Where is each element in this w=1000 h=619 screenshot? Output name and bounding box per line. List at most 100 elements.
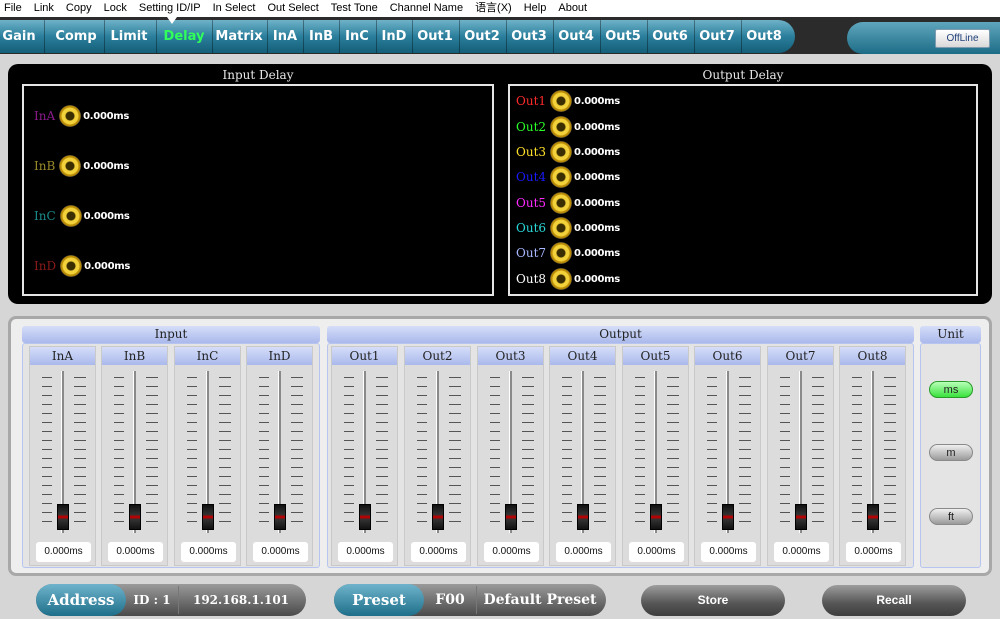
menu-test-tone[interactable]: Test Tone [325, 0, 384, 17]
tab-separator [376, 20, 377, 53]
speaker-knob-icon[interactable] [550, 242, 573, 264]
delay-value: 0.000ms [83, 160, 130, 172]
delay-row-out4: Out4 0.000ms [516, 166, 620, 188]
tab-out6[interactable]: Out6 [649, 20, 691, 53]
menu-channel-name[interactable]: Channel Name [384, 0, 469, 17]
fader-handle[interactable] [650, 504, 662, 530]
delay-row-out8: Out8 0.000ms [516, 268, 620, 290]
tab-comp[interactable]: Comp [52, 20, 100, 53]
fader-scale-right [150, 377, 158, 522]
fader-scale-right [816, 377, 824, 522]
store-button[interactable]: Store [641, 585, 785, 616]
tab-limit[interactable]: Limit [106, 20, 152, 53]
speaker-knob-icon[interactable] [550, 166, 573, 188]
fader-value-field[interactable]: 0.000ms [774, 542, 829, 562]
fader-value-field[interactable]: 0.000ms [338, 542, 393, 562]
tab-matrix[interactable]: Matrix [214, 20, 264, 53]
fader-value-field[interactable]: 0.000ms [629, 542, 684, 562]
speaker-knob-icon[interactable] [550, 217, 573, 239]
fader-value-field[interactable]: 0.000ms [701, 542, 756, 562]
fader-strip: Out4 0.000ms [549, 346, 616, 566]
fader-value-field[interactable]: 0.000ms [253, 542, 308, 562]
fader-handle[interactable] [359, 504, 371, 530]
fader-handle[interactable] [274, 504, 286, 530]
speaker-knob-icon[interactable] [550, 192, 573, 214]
unit-m-button[interactable]: m [929, 444, 973, 461]
menu-setting-id-ip[interactable]: Setting ID/IP [133, 0, 207, 17]
tab-out8[interactable]: Out8 [743, 20, 785, 53]
fader-value-field[interactable]: 0.000ms [846, 542, 901, 562]
fader-value-field[interactable]: 0.000ms [181, 542, 236, 562]
tab-separator [694, 20, 695, 53]
tab-out5[interactable]: Out5 [602, 20, 644, 53]
fader-scale-left-minor [568, 377, 572, 522]
delay-value: 0.000ms [574, 146, 620, 158]
tab-ind[interactable]: InD [378, 20, 410, 53]
tab-inc[interactable]: InC [341, 20, 373, 53]
fader-value-field[interactable]: 0.000ms [484, 542, 539, 562]
delay-row-out3: Out3 0.000ms [516, 141, 620, 163]
speaker-knob-icon[interactable] [550, 116, 573, 138]
fader-strip: Out3 0.000ms [477, 346, 544, 566]
tab-separator [156, 20, 157, 53]
menu-out-select[interactable]: Out Select [261, 0, 324, 17]
fader-scale-right [888, 377, 896, 522]
delay-row-out5: Out5 0.000ms [516, 192, 620, 214]
speaker-knob-icon[interactable] [550, 268, 573, 290]
tab-out2[interactable]: Out2 [461, 20, 503, 53]
fader-strip: InA 0.000ms [29, 346, 96, 566]
tab-separator [741, 20, 742, 53]
speaker-knob-icon[interactable] [59, 105, 82, 127]
unit-ft-button[interactable]: ft [929, 508, 973, 525]
menu-help[interactable]: Help [518, 0, 553, 17]
delay-channel-label: InD [34, 259, 57, 273]
fader-handle[interactable] [505, 504, 517, 530]
tab-out1[interactable]: Out1 [414, 20, 456, 53]
fader-value-field[interactable]: 0.000ms [556, 542, 611, 562]
tab-delay[interactable]: Delay [159, 20, 209, 53]
speaker-knob-icon[interactable] [60, 255, 83, 277]
recall-button[interactable]: Recall [822, 585, 966, 616]
fader-handle[interactable] [795, 504, 807, 530]
offline-status-button[interactable]: OffLine [935, 29, 990, 48]
fader-handle[interactable] [577, 504, 589, 530]
speaker-knob-icon[interactable] [59, 205, 82, 227]
tab-inb[interactable]: InB [305, 20, 337, 53]
delay-value: 0.000ms [574, 95, 620, 107]
speaker-knob-icon[interactable] [550, 141, 573, 163]
tab-gain[interactable]: Gain [0, 20, 38, 53]
fader-channel-label: Out7 [768, 347, 833, 365]
address-label: Address [47, 591, 115, 609]
fader-channel-label: InA [30, 347, 95, 365]
tab-ina[interactable]: InA [269, 20, 301, 53]
speaker-knob-icon[interactable] [59, 155, 82, 177]
delay-value: 0.000ms [574, 121, 620, 133]
menu-link[interactable]: Link [28, 0, 60, 17]
unit-ms-button[interactable]: ms [929, 381, 973, 398]
fader-scale-right [453, 377, 461, 522]
fader-value-field[interactable]: 0.000ms [36, 542, 91, 562]
menu-copy[interactable]: Copy [60, 0, 98, 17]
fader-handle[interactable] [867, 504, 879, 530]
fader-value-field[interactable]: 0.000ms [411, 542, 466, 562]
menu-in-select[interactable]: In Select [207, 0, 262, 17]
fader-handle[interactable] [432, 504, 444, 530]
fader-handle[interactable] [722, 504, 734, 530]
menu-file[interactable]: File [0, 0, 28, 17]
tab-out7[interactable]: Out7 [696, 20, 738, 53]
speaker-knob-icon[interactable] [550, 90, 573, 112]
fader-handle[interactable] [202, 504, 214, 530]
fader-scale-right [743, 377, 751, 522]
menu-about[interactable]: About [552, 0, 593, 17]
delay-row-out2: Out2 0.000ms [516, 116, 620, 138]
fader-channel-label: Out1 [332, 347, 397, 365]
delay-channel-label: Out7 [516, 246, 547, 260]
tab-out3[interactable]: Out3 [508, 20, 550, 53]
fader-handle[interactable] [57, 504, 69, 530]
menu-lock[interactable]: Lock [98, 0, 133, 17]
tab-out4[interactable]: Out4 [555, 20, 597, 53]
fader-value-field[interactable]: 0.000ms [108, 542, 163, 562]
input-delay-title: Input Delay [222, 68, 294, 82]
fader-handle[interactable] [129, 504, 141, 530]
menu-language[interactable]: 语言(X) [469, 0, 518, 17]
